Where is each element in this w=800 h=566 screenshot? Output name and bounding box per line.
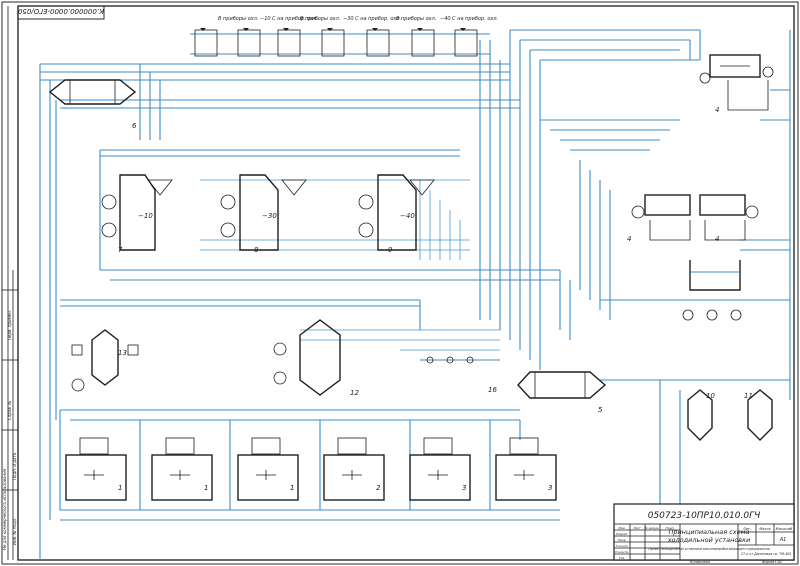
label-2: 2	[376, 484, 381, 492]
label-4b: 4	[627, 235, 631, 243]
equipment-5-condenser: 5	[517, 371, 607, 414]
top-manifold	[190, 28, 490, 57]
label-6: 6	[132, 122, 137, 130]
label-4c: 4	[715, 235, 719, 243]
label-3a: 3	[462, 484, 466, 492]
equipment-9-evaporator: −40 9	[358, 174, 435, 254]
temp-label-2: −30	[262, 212, 277, 220]
equipment-13-separator: 13	[71, 329, 139, 392]
format-label: Формат А1	[762, 560, 782, 564]
equipment-4-compressor-mid-right: 4	[699, 194, 759, 243]
equipment-6-receiver: 6	[48, 79, 137, 130]
temp-label-3: −40	[400, 212, 415, 220]
label-4a: 4	[715, 106, 719, 114]
equipment-11-receiver: 11	[744, 389, 773, 441]
tb-row-tkontr: Т.контр.	[615, 544, 628, 548]
instr-label-3: В приборы охл.	[300, 16, 340, 22]
instr-label-4: −30 С на прибор. охл.	[343, 16, 401, 22]
label-1c: 1	[290, 484, 294, 492]
equipment-4-compressor-top: 4	[699, 54, 774, 114]
side-note-2: Справ. №	[7, 401, 12, 420]
equipment-cooling-tank	[682, 260, 742, 321]
sheet-format: А1	[779, 537, 787, 543]
tb-row-list: Лист	[632, 526, 641, 530]
drawing-title-line1: Принципиальная схема	[668, 528, 749, 536]
tb-row-nkontr: Н.контр.	[615, 550, 628, 554]
mass-label: Масса	[759, 527, 770, 531]
tb-row-doc: № докум.	[644, 526, 660, 530]
label-10: 10	[706, 392, 715, 400]
side-note-3: Подп. и дата	[12, 452, 17, 480]
tb-row-podp: Подп.	[665, 526, 674, 530]
label-9: 9	[388, 246, 393, 254]
label-13: 13	[118, 349, 127, 357]
tb-row-razrab: Разраб.	[616, 532, 628, 536]
description: Проект холодильной установки мясоперераб…	[648, 547, 769, 551]
instr-label-5: В приборы охл.	[396, 16, 436, 22]
equipment-16-manifold: 16	[420, 356, 500, 394]
instr-label-6: −40 С на прибор. охл.	[440, 16, 498, 22]
drawing-sheet: Не для коммерческого использования Перв.…	[0, 0, 800, 566]
equipment-10-receiver: 10	[687, 389, 715, 441]
equipment-12-separator: 12	[273, 319, 359, 397]
title-block: 050723-10ПР10.010.0ГЧ Принципиальная схе…	[613, 503, 795, 561]
side-stamp: Не для коммерческого использования	[2, 468, 7, 550]
label-1a: 1	[118, 484, 122, 492]
group-label: СТ-н от Даниловка гр. ТМ-405	[741, 552, 791, 556]
label-16: 16	[488, 386, 497, 394]
temp-label-1: −10	[138, 212, 153, 220]
copied-label: Копировал	[690, 560, 711, 564]
instr-label-1: В приборы охл.	[218, 16, 258, 22]
top-stamp-text: К.000000.0000-ЕГО/050	[17, 7, 104, 15]
label-12: 12	[350, 389, 359, 397]
equipment-7-evaporator: −10 7	[101, 174, 173, 254]
side-note-1: Перв. примен.	[7, 310, 12, 340]
equipment-8-evaporator: −30 8	[220, 174, 307, 254]
label-3b: 3	[548, 484, 552, 492]
drawing-title-line2: холодильной установки	[667, 536, 751, 544]
lit-label: Лит.	[742, 527, 751, 531]
label-1b: 1	[204, 484, 208, 492]
label-11: 11	[744, 392, 753, 400]
label-5: 5	[598, 406, 603, 414]
equipment-4-compressor-mid-left: 4	[627, 194, 691, 243]
label-8: 8	[254, 246, 259, 254]
tb-row-utv: Утв.	[619, 556, 625, 560]
left-stamp-strip: Не для коммерческого использования Перв.…	[2, 6, 18, 560]
tb-row-prov: Пров.	[618, 538, 627, 542]
outer-frame	[1, 1, 799, 565]
side-note-4: Инв. № подл.	[12, 517, 17, 545]
scale-label: Масштаб	[776, 527, 793, 531]
inner-frame	[17, 5, 795, 561]
tb-row-izm: Изм.	[618, 526, 625, 530]
label-7: 7	[118, 246, 123, 254]
top-stamp: К.000000.0000-ЕГО/050	[17, 5, 105, 20]
doc-code: 050723-10ПР10.010.0ГЧ	[648, 511, 761, 521]
schematic-canvas: Не для коммерческого использования Перв.…	[1, 1, 799, 565]
instrument-label-row: В приборы охл. −10 С на прибор. охл. В п…	[218, 16, 498, 22]
